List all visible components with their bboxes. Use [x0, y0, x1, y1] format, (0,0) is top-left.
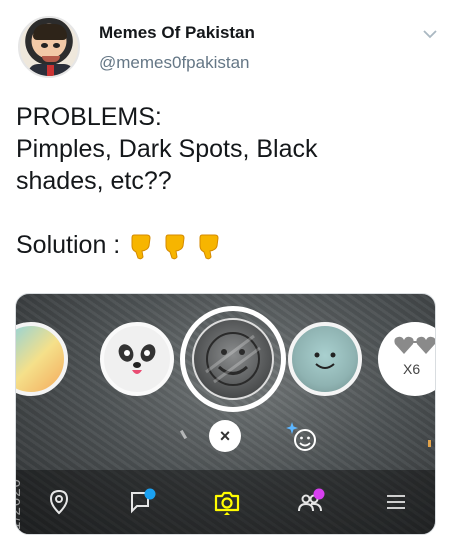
year-watermark: 1/2020 — [15, 478, 24, 530]
avatar-eye-left — [41, 43, 48, 48]
lens-smiley[interactable] — [288, 322, 362, 396]
solution-line: Solution : — [16, 229, 436, 261]
chat-icon[interactable] — [128, 488, 156, 516]
close-button[interactable]: × — [209, 420, 241, 452]
account-name[interactable]: Memes Of Pakistan — [99, 23, 255, 43]
account-handle[interactable]: @memes0fpakistan — [99, 53, 250, 73]
map-icon[interactable] — [45, 488, 73, 516]
lens-multiplier-label: X6 — [403, 361, 421, 377]
pointing-down-emoji-icon — [165, 234, 185, 260]
menu-icon[interactable] — [382, 488, 410, 516]
tweet-text-line: shades, etc?? — [16, 167, 172, 195]
tweet-header: Memes Of Pakistan @memes0fpakistan — [18, 10, 442, 82]
pointing-down-emoji-icon — [131, 234, 151, 260]
smiley-face-icon — [205, 332, 261, 386]
chevron-down-icon[interactable] — [420, 24, 440, 44]
add-face-lens-icon[interactable] — [284, 420, 320, 454]
solution-label: Solution : — [16, 231, 121, 259]
profile-avatar[interactable] — [18, 16, 80, 78]
tweet-text-line: PROBLEMS: — [16, 103, 162, 131]
selected-lens-face — [192, 318, 274, 400]
bottom-nav-bar: 1/2020 — [16, 470, 435, 534]
pointing-down-emoji-icon — [199, 234, 219, 260]
panda-face-icon — [118, 344, 156, 374]
tweet-text-line: Pimples, Dark Spots, Black — [16, 135, 318, 163]
avatar-mouth — [42, 56, 60, 62]
avatar-hair — [33, 24, 67, 40]
camera-icon[interactable] — [213, 488, 241, 516]
smile-face-icon — [314, 352, 336, 369]
heart-glasses-icon — [394, 336, 435, 354]
tweet-media-image[interactable]: X6 × 1/2020 — [15, 293, 436, 535]
background-speck — [428, 440, 431, 447]
tweet-text: PROBLEMS: Pimples, Dark Spots, Black sha… — [16, 101, 436, 261]
avatar-tie — [47, 65, 54, 76]
lens-panda[interactable] — [100, 322, 174, 396]
lens-selected[interactable] — [180, 306, 286, 412]
avatar-eye-right — [53, 43, 60, 48]
friends-icon[interactable] — [297, 488, 325, 516]
